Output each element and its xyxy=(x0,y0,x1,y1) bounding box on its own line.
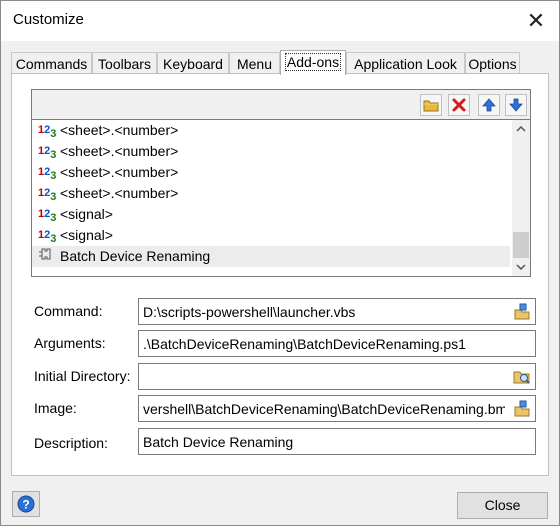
add-ons-list[interactable]: 123 <sheet>.<number> 123 <sheet>.<number> … xyxy=(31,89,531,277)
list-item[interactable]: 123 <sheet>.<number> xyxy=(32,183,510,204)
browse-file-icon xyxy=(514,303,530,320)
move-up-icon xyxy=(482,98,496,112)
tab-keyboard[interactable]: Keyboard xyxy=(157,52,229,74)
arguments-value: .\BatchDeviceRenaming\BatchDeviceRenamin… xyxy=(143,336,466,352)
scroll-down-arrow-icon[interactable] xyxy=(512,258,530,276)
command-label: Command: xyxy=(34,303,103,319)
move-up-button[interactable] xyxy=(478,94,500,116)
browse-directory-button[interactable] xyxy=(511,366,533,387)
tab-add-ons[interactable]: Add-ons xyxy=(280,50,346,75)
image-field[interactable]: vershell\BatchDeviceRenaming\BatchDevice… xyxy=(138,395,536,422)
list-item[interactable]: 123 <signal> xyxy=(32,225,510,246)
window-close-button[interactable]: ✕ xyxy=(513,1,559,41)
customize-dialog: Customize ✕ Commands Toolbars Keyboard M… xyxy=(0,0,560,526)
arguments-field[interactable]: .\BatchDeviceRenaming\BatchDeviceRenamin… xyxy=(138,330,536,357)
description-field[interactable]: Batch Device Renaming xyxy=(138,428,536,455)
add-ons-panel: 123 <sheet>.<number> 123 <sheet>.<number> … xyxy=(11,73,549,476)
description-label: Description: xyxy=(34,435,108,451)
list-item[interactable]: 123 <sheet>.<number> xyxy=(32,120,510,141)
list-scrollbar[interactable] xyxy=(512,120,530,276)
initial-directory-label: Initial Directory: xyxy=(34,368,131,384)
browse-folder-icon xyxy=(513,371,530,384)
help-button[interactable]: ? xyxy=(12,491,40,517)
new-folder-icon xyxy=(423,100,439,112)
browse-command-button[interactable] xyxy=(511,301,533,322)
description-value: Batch Device Renaming xyxy=(143,434,294,450)
tab-options[interactable]: Options xyxy=(465,52,520,74)
title-bar: Customize ✕ xyxy=(1,1,559,41)
delete-button[interactable] xyxy=(448,94,470,116)
delete-icon xyxy=(452,98,466,112)
image-label: Image: xyxy=(34,400,77,416)
new-folder-button[interactable] xyxy=(420,94,442,116)
window-title: Customize xyxy=(13,11,84,28)
browse-image-button[interactable] xyxy=(511,398,533,419)
scroll-thumb[interactable] xyxy=(513,232,529,258)
tab-commands[interactable]: Commands xyxy=(11,52,92,74)
list-item-selected[interactable]: Batch Device Renaming xyxy=(32,246,510,267)
command-value: D:\scripts-powershell\launcher.vbs xyxy=(143,304,356,320)
browse-file-icon xyxy=(514,400,530,417)
list-toolbar xyxy=(32,90,530,120)
initial-directory-field[interactable] xyxy=(138,363,536,390)
move-down-button[interactable] xyxy=(505,94,527,116)
addon-icon xyxy=(38,246,60,267)
tab-application-look[interactable]: Application Look xyxy=(346,52,465,74)
list-item[interactable]: 123 <sheet>.<number> xyxy=(32,162,510,183)
list-items: 123 <sheet>.<number> 123 <sheet>.<number> … xyxy=(32,120,510,276)
scroll-up-arrow-icon[interactable] xyxy=(512,120,530,138)
image-value: vershell\BatchDeviceRenaming\BatchDevice… xyxy=(143,401,505,417)
svg-text:?: ? xyxy=(22,498,29,512)
command-field[interactable]: D:\scripts-powershell\launcher.vbs xyxy=(138,298,536,325)
arguments-label: Arguments: xyxy=(34,335,106,351)
tab-toolbars[interactable]: Toolbars xyxy=(92,52,157,74)
close-button[interactable]: Close xyxy=(457,492,548,519)
move-down-icon xyxy=(509,98,523,112)
help-icon: ? xyxy=(17,495,35,513)
list-item[interactable]: 123 <signal> xyxy=(32,204,510,225)
list-item[interactable]: 123 <sheet>.<number> xyxy=(32,141,510,162)
tab-menu[interactable]: Menu xyxy=(229,52,280,74)
